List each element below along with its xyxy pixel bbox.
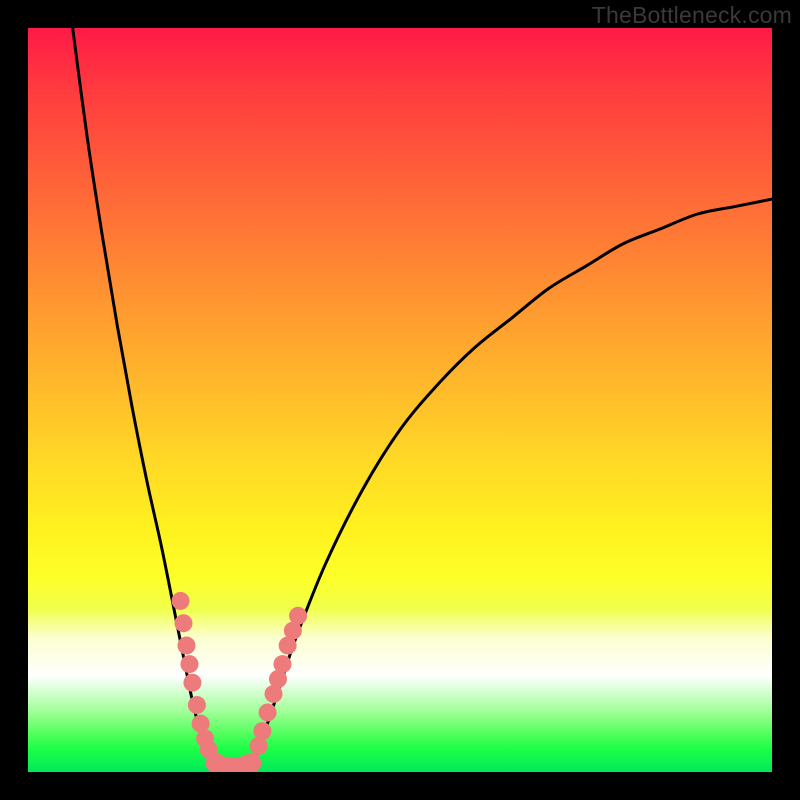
bottleneck-curve [73,28,772,772]
data-marker [273,655,291,673]
data-marker [172,592,190,610]
data-marker [180,655,198,673]
data-marker [188,696,206,714]
data-marker [177,637,195,655]
data-marker [241,753,261,772]
data-marker [183,674,201,692]
data-marker [174,614,192,632]
chart-svg [28,28,772,772]
data-marker [259,703,277,721]
chart-frame: TheBottleneck.com [0,0,800,800]
watermark-text: TheBottleneck.com [592,2,792,29]
data-marker [289,607,307,625]
line-layer [73,28,772,772]
plot-area [28,28,772,772]
data-marker [253,722,271,740]
marker-layer [172,592,308,772]
